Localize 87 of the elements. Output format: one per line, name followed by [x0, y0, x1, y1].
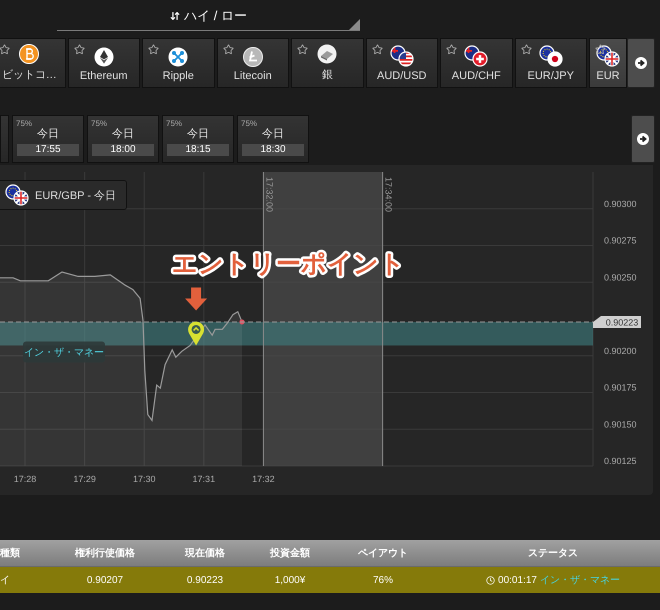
asset-tab[interactable]: AUD/USD [366, 38, 438, 88]
current-price-tag: 0.90223 [593, 316, 641, 328]
asset-tab[interactable]: 銀 [291, 38, 364, 88]
time-line-label: 17:32:00 [264, 177, 274, 212]
column-header: ペイアウト [350, 540, 416, 566]
flags-icon [390, 45, 414, 67]
swap-icon [170, 10, 180, 20]
table-cell: 0.90207 [30, 566, 180, 593]
column-header: 投資金額 [230, 540, 350, 566]
star-icon [446, 44, 457, 55]
expiry-tab[interactable]: 75% 今日 17:55 [12, 115, 84, 163]
current-price-dot [239, 319, 244, 324]
asset-tab[interactable]: Ripple [142, 38, 214, 88]
flags-icon [596, 45, 620, 67]
expiry-time: 18:00 [92, 144, 154, 156]
payout-rate: 75% [16, 119, 32, 128]
asset-tab[interactable]: Ethereum [68, 38, 140, 88]
axis-label: 0.90150 [604, 419, 637, 430]
table-cell: 1,000¥ [230, 566, 350, 593]
expiry-day: 今日 [37, 126, 59, 141]
axis-label: 0.90300 [604, 198, 637, 209]
star-icon [595, 44, 606, 55]
expiry-day: 今日 [262, 126, 284, 141]
table-cell: 0.90223 [180, 566, 230, 593]
asset-tab[interactable]: EUR [589, 38, 627, 88]
expiry-tab[interactable]: 75% 今日 18:00 [87, 115, 159, 163]
star-icon [74, 44, 84, 55]
down-arrow-icon [185, 287, 208, 310]
axis-label: 0.90250 [604, 272, 637, 282]
litecoin-icon [242, 47, 263, 67]
ripple-icon [168, 47, 188, 67]
ingot-icon [317, 44, 338, 64]
table-cell: 76% [350, 566, 416, 593]
expiry-tab[interactable]: 75% 今日 18:15 [162, 115, 234, 163]
flags-icon [464, 45, 488, 67]
axis-label: 17:29 [73, 474, 96, 484]
asset-tab[interactable]: AUD/CHF [440, 38, 512, 88]
expiry-tab[interactable]: 75% 今日 18:30 [237, 115, 309, 163]
next-arrow-icon [635, 57, 647, 69]
time-line-label: 17:34:00 [384, 177, 394, 212]
next-button[interactable] [627, 38, 655, 88]
status-text: イン・ザ・マネー [540, 574, 620, 587]
time-remaining: 00:01:17 [498, 574, 537, 586]
payout-rate: 75% [241, 119, 258, 128]
star-icon [297, 44, 308, 55]
expiry-day: 今日 [112, 126, 134, 141]
expiry-day: 今日 [187, 126, 209, 141]
asset-name: EUR/GBP - 今日 [35, 188, 116, 202]
table-cell: イ [0, 566, 30, 593]
axis-label: 0.90125 [604, 456, 637, 466]
axis-label: 0.90275 [604, 236, 637, 246]
column-header: 種類 [0, 540, 30, 566]
bitcoin-icon [19, 44, 40, 64]
axis-label: 17:31 [192, 474, 216, 484]
band-label: イン・ザ・マネー [24, 347, 104, 358]
flags-icon [538, 45, 563, 67]
ethereum-icon [94, 47, 114, 67]
axis-label: 17:30 [132, 474, 156, 484]
entry-marker-icon [188, 322, 204, 346]
next-arrow-icon [637, 133, 649, 145]
next-button[interactable] [631, 115, 655, 163]
asset-badge[interactable]: EUR/GBP - 今日 [0, 180, 128, 210]
asset-tab[interactable]: ビットコ… [0, 38, 66, 88]
payout-rate: 75% [166, 119, 182, 128]
star-icon [222, 44, 234, 55]
entry-point-label: エントリーポイント [172, 250, 405, 278]
axis-label: 17:32 [252, 474, 275, 484]
star-icon [372, 44, 382, 55]
axis-label: 0.90175 [604, 382, 637, 392]
status-label: イン・ザ・マネー [23, 341, 105, 362]
clock-icon [486, 576, 496, 584]
expiry-time: 18:30 [242, 144, 304, 156]
column-header: ステータス [416, 540, 660, 566]
axis-label: 0.90200 [604, 346, 637, 356]
star-icon [0, 44, 10, 55]
payout-rate: 75% [91, 119, 108, 128]
asset-tab[interactable]: EUR/JPY [514, 38, 587, 88]
expiry-time: 17:55 [17, 144, 79, 156]
asset-tab[interactable]: Litecoin [216, 38, 289, 88]
column-header: 現在価格 [180, 540, 230, 566]
column-header: 権利行使価格 [30, 540, 180, 566]
axis-label: 17:28 [14, 474, 36, 484]
star-icon [148, 44, 159, 55]
flags-icon [5, 184, 29, 206]
star-icon [520, 44, 532, 55]
ref-line-label: 0.90223 [606, 317, 638, 328]
expiry-time: 18:15 [167, 144, 229, 156]
